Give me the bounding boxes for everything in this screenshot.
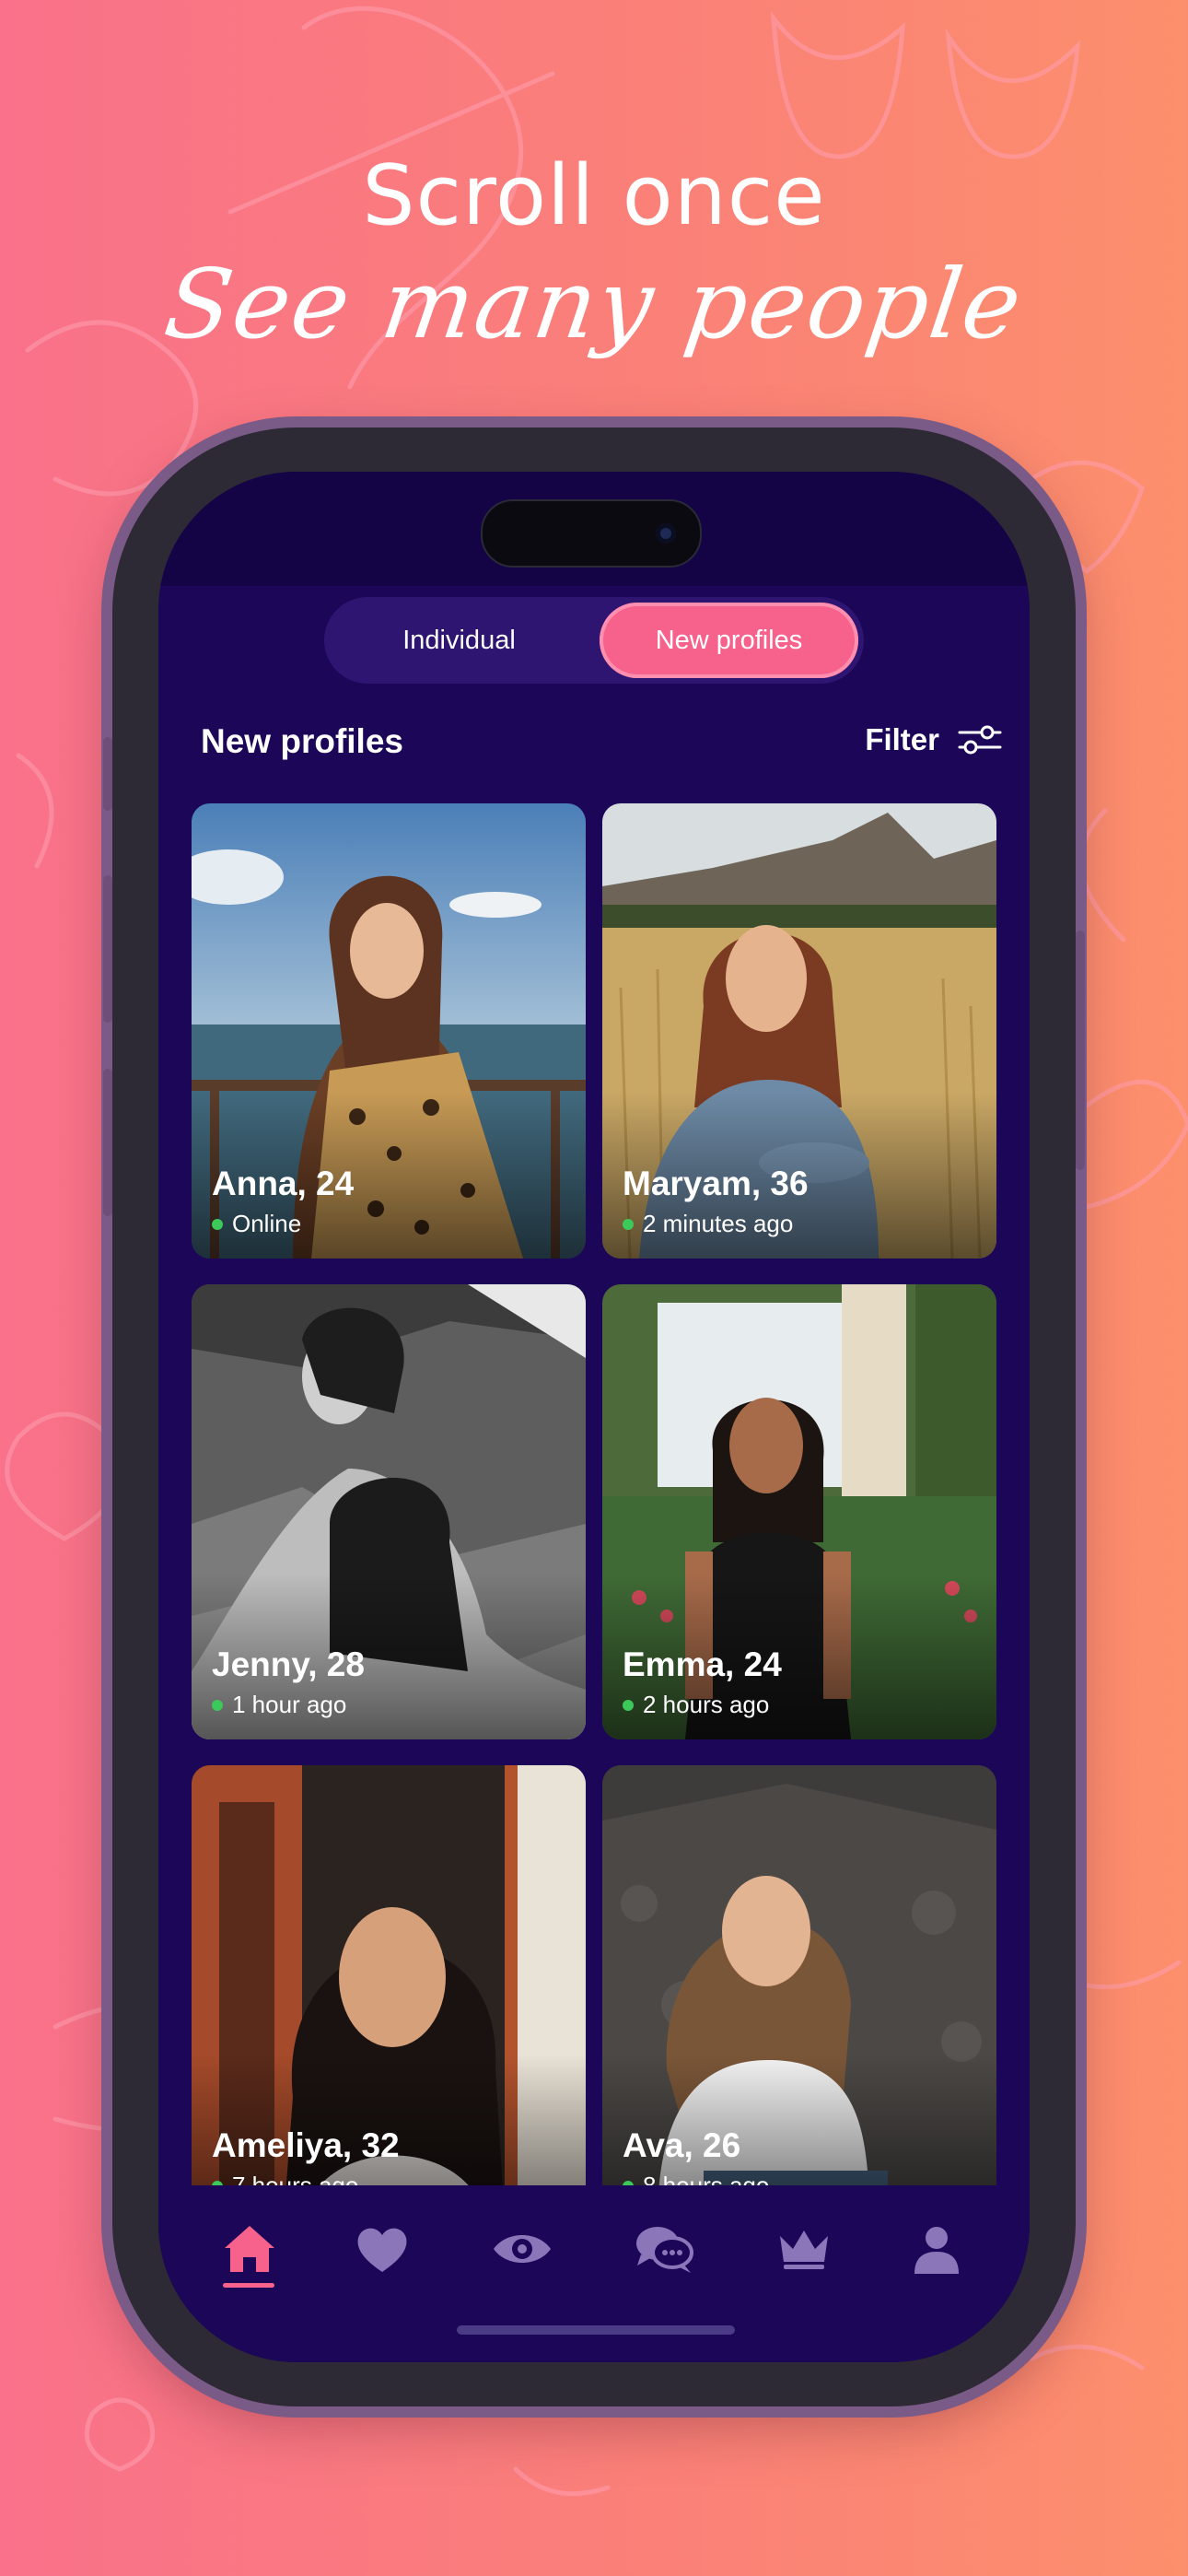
- filter-button[interactable]: Filter: [865, 722, 1002, 757]
- photo-gradient: [602, 2055, 996, 2185]
- profile-name: Maryam, 36: [623, 1165, 809, 1202]
- active-tab-indicator: [223, 2283, 274, 2288]
- segment-individual[interactable]: Individual: [330, 603, 588, 678]
- dynamic-island: [481, 499, 702, 568]
- online-dot-icon: [623, 1699, 634, 1711]
- profile-card[interactable]: Jenny, 28 1 hour ago: [192, 1284, 586, 1739]
- home-icon: [225, 2226, 274, 2272]
- phone-power-button: [1076, 931, 1085, 1170]
- online-dot-icon: [623, 1218, 634, 1230]
- tab-messages[interactable]: [632, 2217, 696, 2281]
- profile-name: Jenny, 28: [212, 1645, 365, 1683]
- profile-status: 8 hours ago: [623, 2172, 769, 2185]
- profile-status: 2 minutes ago: [623, 1210, 793, 1238]
- bottom-tab-bar: [158, 2185, 1030, 2362]
- tab-premium[interactable]: [772, 2217, 836, 2281]
- view-segmented-control: Individual New profiles: [324, 597, 864, 684]
- photo-gradient: [192, 2055, 586, 2185]
- tab-home[interactable]: [217, 2217, 282, 2281]
- profile-card[interactable]: Maryam, 36 2 minutes ago: [602, 803, 996, 1259]
- chat-icon: [636, 2227, 693, 2273]
- eye-icon: [494, 2235, 551, 2263]
- profile-status: 1 hour ago: [212, 1691, 346, 1719]
- online-dot-icon: [212, 1218, 223, 1230]
- profile-name: Ava, 26: [623, 2126, 741, 2164]
- tab-likes[interactable]: [350, 2217, 414, 2281]
- profile-name: Ameliya, 32: [212, 2126, 400, 2164]
- status-text: 2 hours ago: [643, 1691, 770, 1718]
- filter-label: Filter: [865, 722, 939, 756]
- profile-card[interactable]: Ameliya, 32 7 hours ago: [192, 1765, 586, 2185]
- phone-side-button: [103, 737, 112, 811]
- profile-icon: [914, 2227, 959, 2274]
- profile-name: Emma, 24: [623, 1645, 782, 1683]
- status-text: 8 hours ago: [643, 2172, 770, 2185]
- promo-headline: Scroll once See many people: [0, 147, 1188, 360]
- camera-icon: [656, 523, 676, 544]
- app-screen: Individual New profiles New profiles Fil…: [158, 472, 1030, 2362]
- status-text: Online: [232, 1210, 302, 1237]
- heart-icon: [357, 2228, 407, 2272]
- profile-status: Online: [212, 1210, 301, 1238]
- crown-icon: [780, 2231, 828, 2269]
- subheadline-text: See many people: [157, 248, 1031, 360]
- phone-volume-down: [103, 1069, 112, 1216]
- status-text: 7 hours ago: [232, 2172, 359, 2185]
- phone-volume-up: [103, 875, 112, 1023]
- tab-visitors[interactable]: [490, 2217, 554, 2281]
- status-text: 1 hour ago: [232, 1691, 347, 1718]
- online-dot-icon: [212, 1699, 223, 1711]
- profile-grid: Anna, 24 Online Maryam, 36 2 minutes ago: [192, 803, 996, 2185]
- home-indicator: [457, 2325, 735, 2335]
- profile-card[interactable]: Anna, 24 Online: [192, 803, 586, 1259]
- status-bar: [158, 472, 1030, 586]
- profile-card[interactable]: Ava, 26 8 hours ago: [602, 1765, 996, 2185]
- status-text: 2 minutes ago: [643, 1210, 794, 1237]
- profile-status: 2 hours ago: [623, 1691, 769, 1719]
- profile-card[interactable]: Emma, 24 2 hours ago: [602, 1284, 996, 1739]
- profile-name: Anna, 24: [212, 1165, 355, 1202]
- segment-new-profiles[interactable]: New profiles: [600, 603, 858, 678]
- headline-text: Scroll once: [362, 147, 826, 244]
- profile-status: 7 hours ago: [212, 2172, 358, 2185]
- sliders-icon: [958, 725, 1002, 755]
- tab-profile[interactable]: [904, 2217, 969, 2281]
- section-title: New profiles: [201, 722, 403, 760]
